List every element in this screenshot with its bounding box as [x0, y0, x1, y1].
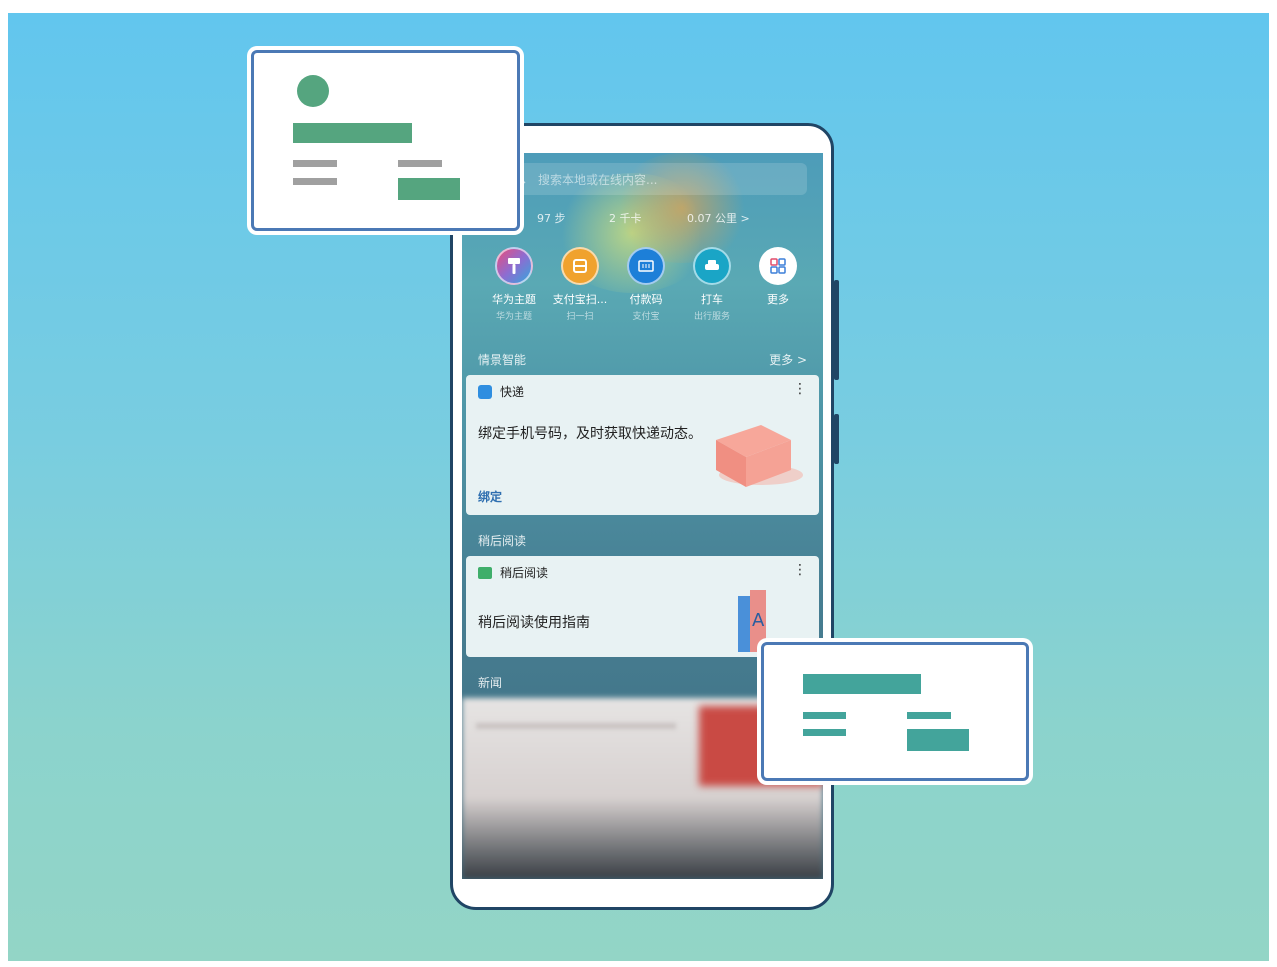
- app-label: 付款码: [629, 293, 663, 306]
- button-placeholder: [907, 729, 969, 751]
- app-alipay-scan[interactable]: 支付宝扫... 扫一扫: [548, 247, 612, 322]
- text-line-placeholder: [293, 160, 337, 167]
- calories-stat: 2 千卡: [609, 212, 642, 225]
- brush-icon: [495, 247, 533, 285]
- text-line-placeholder: [803, 712, 846, 719]
- more-options-icon[interactable]: ⋮: [793, 562, 807, 578]
- text-line-placeholder: [398, 160, 442, 167]
- button-placeholder: [398, 178, 460, 200]
- express-card-text: 绑定手机号码，及时获取快递动态。: [478, 426, 702, 442]
- read-later-card-header: 稍后阅读: [478, 564, 548, 581]
- search-placeholder: 搜索本地或在线内容...: [538, 172, 658, 187]
- app-sublabel: 出行服务: [693, 312, 730, 322]
- section-later-title: 稍后阅读: [478, 534, 527, 548]
- app-label: 支付宝扫...: [552, 293, 608, 306]
- title-placeholder: [803, 674, 921, 694]
- app-taxi[interactable]: 打车 出行服务: [680, 247, 744, 322]
- text-line-placeholder: [803, 729, 846, 736]
- barcode-icon: [627, 247, 665, 285]
- text-line-placeholder: [907, 712, 951, 719]
- power-button: [834, 280, 839, 380]
- app-label: 更多: [767, 293, 789, 306]
- card-template-graphic: [803, 674, 969, 751]
- grid-icon: [759, 247, 797, 285]
- floating-card-template-top: [251, 50, 520, 231]
- express-card[interactable]: 快递 ⋮ 绑定手机号码，及时获取快递动态。 绑定: [466, 375, 819, 515]
- read-later-card-text: 稍后阅读使用指南: [478, 615, 590, 631]
- book-icon: [478, 566, 492, 579]
- app-sublabel: 扫一扫: [566, 312, 594, 322]
- package-illustration: [716, 425, 803, 487]
- volume-button: [834, 414, 839, 464]
- floating-card-template-bottom: [761, 642, 1029, 781]
- steps-stat: 97 步: [537, 212, 566, 225]
- app-huawei-theme[interactable]: 华为主题 华为主题: [482, 247, 546, 322]
- scan-icon: [561, 247, 599, 285]
- card-template-graphic: [293, 75, 460, 200]
- section-smart-title: 情景智能: [478, 353, 527, 367]
- more-link[interactable]: 更多 >: [769, 351, 807, 368]
- app-label: 打车: [701, 293, 723, 306]
- read-later-card-title: 稍后阅读: [500, 566, 549, 580]
- svg-text:A: A: [752, 610, 765, 631]
- health-stats[interactable]: 97 步 2 千卡 0.07 公里 >: [537, 210, 817, 226]
- news-headline: [476, 723, 676, 729]
- more-options-icon[interactable]: ⋮: [793, 381, 807, 397]
- app-sublabel: 支付宝: [632, 312, 660, 322]
- quick-apps: 华为主题 华为主题 支付宝扫... 扫一扫 付款码 支付宝 打车 出行服务 更多: [482, 247, 812, 327]
- app-more[interactable]: 更多: [746, 247, 810, 307]
- taxi-icon: [693, 247, 731, 285]
- app-label: 华为主题: [492, 293, 536, 306]
- distance-stat: 0.07 公里 >: [687, 212, 750, 225]
- truck-icon: [478, 384, 492, 399]
- bind-button[interactable]: 绑定: [478, 488, 502, 505]
- text-line-placeholder: [293, 178, 337, 185]
- express-card-title: 快递: [500, 385, 525, 399]
- section-news-title: 新闻: [478, 676, 503, 690]
- app-sublabel: 华为主题: [495, 312, 532, 322]
- express-card-header: 快递: [478, 383, 524, 400]
- app-payment-code[interactable]: 付款码 支付宝: [614, 247, 678, 322]
- title-placeholder: [293, 123, 412, 143]
- avatar-placeholder: [297, 75, 329, 107]
- search-bar[interactable]: 搜索本地或在线内容...: [502, 163, 807, 195]
